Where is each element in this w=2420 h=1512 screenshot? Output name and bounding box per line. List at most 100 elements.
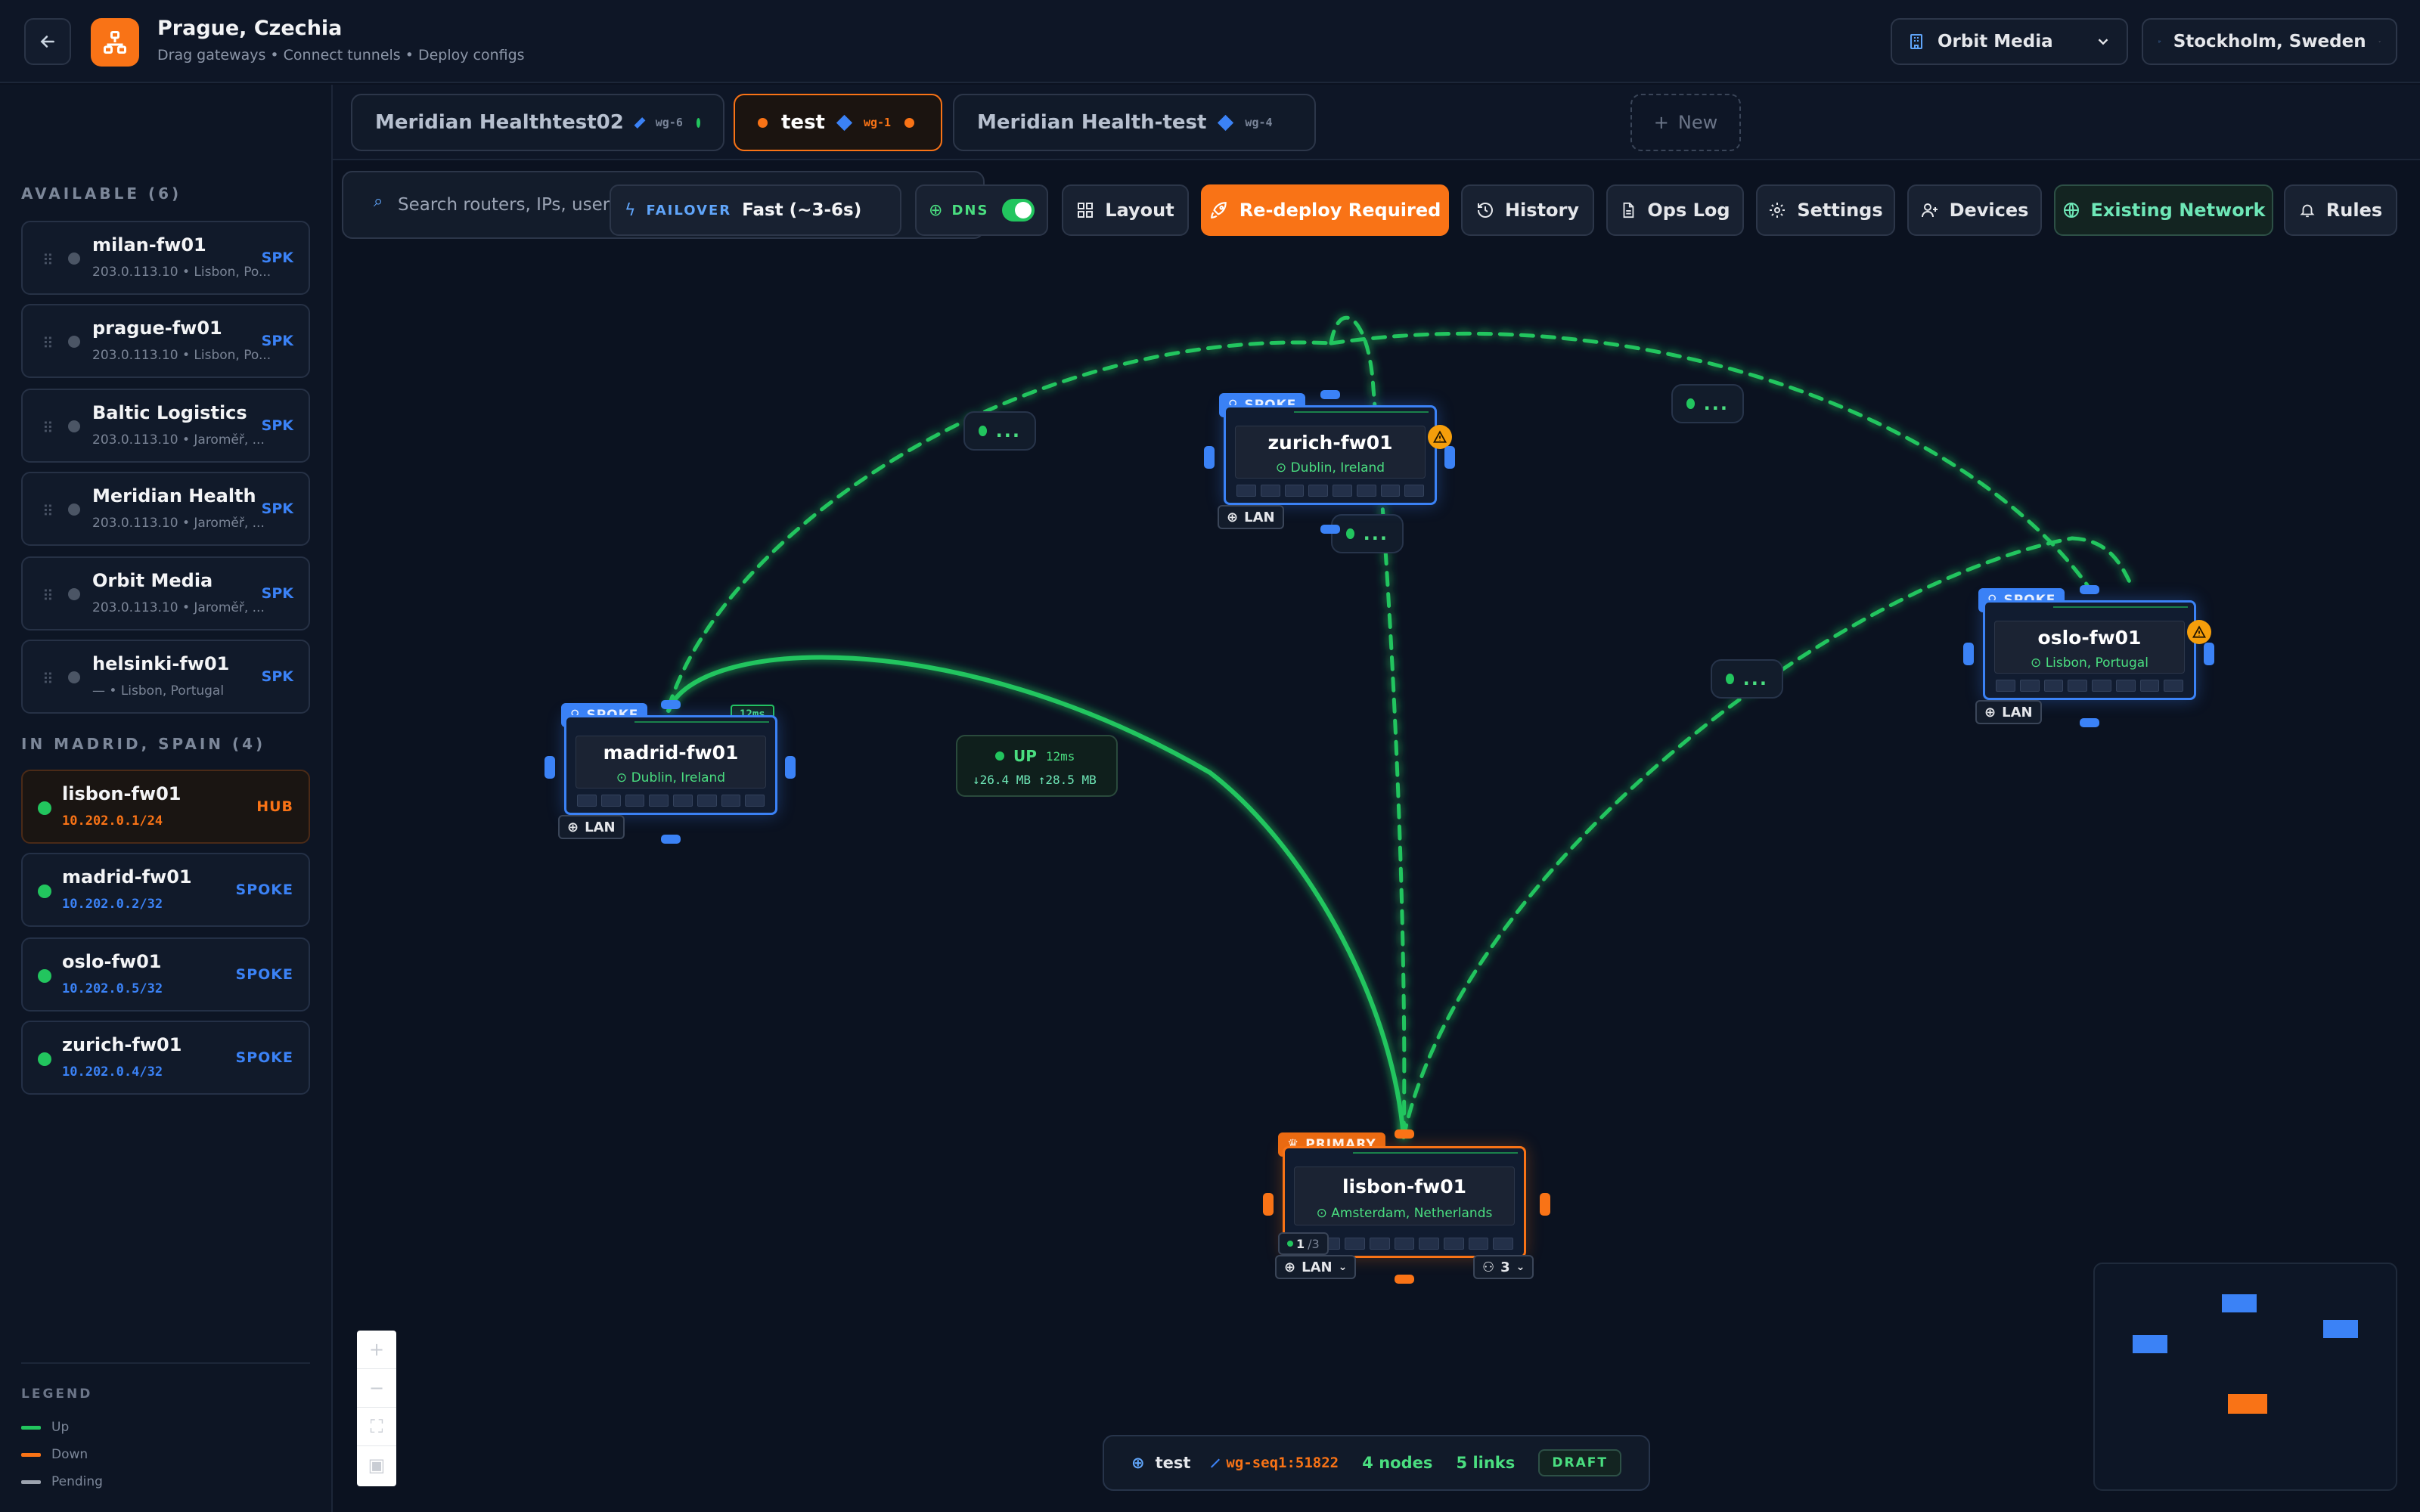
connection-handle[interactable]: [1204, 446, 1215, 469]
dns-switch[interactable]: [1002, 199, 1035, 222]
legend-item-pending: Pending: [21, 1468, 310, 1495]
grid-icon: [1078, 203, 1094, 218]
building-icon: [1910, 34, 1922, 49]
node-name: oslo-fw01: [2037, 627, 2142, 649]
connection-handle[interactable]: [785, 756, 796, 779]
search-input[interactable]: Search routers, IPs, users, lo: [398, 195, 644, 215]
settings-button[interactable]: Settings: [1756, 184, 1895, 236]
connection-handle[interactable]: [1320, 390, 1340, 399]
minimap-node: [2323, 1320, 2358, 1338]
lan-chip[interactable]: ⊕ LAN: [558, 815, 625, 839]
lan-chip[interactable]: ⊕ LAN: [1218, 505, 1284, 529]
zoom-in-button[interactable]: +: [357, 1331, 396, 1369]
globe-icon: ⊕: [1131, 1454, 1145, 1472]
warning-icon[interactable]: [2187, 620, 2211, 644]
lock-button[interactable]: ▣: [357, 1446, 396, 1485]
history-button[interactable]: History: [1461, 184, 1594, 236]
gateway-name: prague-fw01: [92, 318, 222, 339]
status-dot: [68, 671, 80, 683]
tunnel-up-stats[interactable]: UP 12ms ↓26.4 MB ↑28.5 MB: [956, 735, 1118, 797]
tunnel-status-pill[interactable]: ...: [1331, 514, 1404, 553]
topology-canvas[interactable]: ... ... ... ... UP 12ms ↓26.4 MB ↑28.5 MB…: [333, 162, 2420, 1512]
connection-handle[interactable]: [2080, 585, 2099, 594]
tunnel-status-pill[interactable]: ...: [1711, 659, 1783, 699]
available-gateway-card[interactable]: ⠿ Orbit Media 203.0.113.10 • Jaroměř, ..…: [21, 556, 310, 631]
dns-toggle[interactable]: ⊕ DNS: [915, 184, 1048, 236]
site-gateway-card[interactable]: lisbon-fw01 10.202.0.1/24 HUB: [21, 770, 310, 844]
tab-meridian-healthtest02[interactable]: Meridian Healthtest02 wg-6: [351, 94, 724, 151]
connection-handle[interactable]: [1263, 1193, 1274, 1216]
drag-handle-icon[interactable]: ⠿: [42, 251, 54, 269]
node-madrid-fw01[interactable]: madrid-fw01 ⊙ Dublin, Ireland: [564, 715, 777, 815]
available-gateway-card[interactable]: ⠿ prague-fw01 203.0.113.10 • Lisbon, Po.…: [21, 304, 310, 378]
users-dropdown[interactable]: ⚇ 3 ⌄: [1473, 1255, 1534, 1279]
site-gateway-card[interactable]: madrid-fw01 10.202.0.2/32 SPOKE: [21, 853, 310, 927]
tab-wg-id: wg-1: [863, 116, 892, 129]
arrow-left-icon: [40, 36, 54, 48]
fit-view-button[interactable]: ⛶: [357, 1408, 396, 1446]
connection-handle[interactable]: [1395, 1275, 1414, 1284]
status-draft-badge: DRAFT: [1538, 1449, 1621, 1476]
node-name: lisbon-fw01: [1342, 1176, 1467, 1198]
failover-label: FAILOVER: [646, 202, 732, 218]
legend: LEGEND Up Down Pending: [21, 1362, 310, 1495]
status-dot: [68, 336, 80, 348]
failover-value: Fast (~3-6s): [742, 200, 862, 220]
lan-label: LAN: [1244, 509, 1275, 525]
connection-handle[interactable]: [1320, 525, 1340, 534]
plus-icon: +: [1653, 112, 1669, 133]
connection-handle[interactable]: [661, 835, 681, 844]
failover-selector[interactable]: ϟ FAILOVER Fast (~3-6s): [610, 184, 901, 236]
connection-handle[interactable]: [661, 700, 681, 709]
connection-handle[interactable]: [1444, 446, 1455, 469]
org-selector[interactable]: Orbit Media: [1891, 18, 2128, 65]
gateway-name: Meridian Health: [92, 485, 256, 507]
drag-handle-icon[interactable]: ⠿: [42, 334, 54, 352]
site-gateway-card[interactable]: zurich-fw01 10.202.0.4/32 SPOKE: [21, 1021, 310, 1095]
tab-label: Meridian Healthtest02: [375, 111, 624, 134]
minimap[interactable]: [2093, 1263, 2397, 1491]
devices-button[interactable]: Devices: [1907, 184, 2042, 236]
layout-button[interactable]: Layout: [1062, 184, 1189, 236]
rules-button[interactable]: Rules: [2284, 184, 2397, 236]
connection-handle[interactable]: [1395, 1129, 1414, 1139]
lan-chip[interactable]: ⊕ LAN: [1975, 700, 2042, 724]
node-oslo-fw01[interactable]: oslo-fw01 ⊙ Lisbon, Portugal: [1983, 600, 2196, 700]
tunnel-status-pill[interactable]: ...: [1671, 384, 1744, 423]
gateway-role-tag: SPOKE: [235, 1049, 293, 1066]
gateway-detail: 203.0.113.10 • Jaroměř, ...: [92, 432, 265, 448]
connection-handle[interactable]: [2204, 643, 2214, 665]
new-tab-button[interactable]: + New: [1630, 94, 1741, 151]
drag-handle-icon[interactable]: ⠿: [42, 419, 54, 437]
drag-handle-icon[interactable]: ⠿: [42, 670, 54, 688]
available-gateway-card[interactable]: ⠿ helsinki-fw01 — • Lisbon, Portugal SPK: [21, 640, 310, 714]
connection-handle[interactable]: [1540, 1193, 1550, 1216]
available-gateway-card[interactable]: ⠿ milan-fw01 203.0.113.10 • Lisbon, Po..…: [21, 221, 310, 295]
gateway-role-tag: HUB: [256, 798, 293, 815]
tunnel-status-pill[interactable]: ...: [963, 411, 1036, 451]
location-selector[interactable]: Stockholm, Sweden: [2142, 18, 2397, 65]
drag-handle-icon[interactable]: ⠿: [42, 587, 54, 605]
tab-meridian-health-test[interactable]: Meridian Health-test wg-4: [953, 94, 1316, 151]
connection-handle[interactable]: [2080, 718, 2099, 727]
legend-label: Pending: [51, 1474, 103, 1489]
zoom-out-button[interactable]: −: [357, 1369, 396, 1408]
existing-network-label: Existing Network: [2090, 200, 2266, 221]
available-gateway-card[interactable]: ⠿ Meridian Health 203.0.113.10 • Jaroměř…: [21, 472, 310, 546]
node-location: ⊙ Lisbon, Portugal: [2031, 655, 2149, 671]
connection-handle[interactable]: [1963, 643, 1974, 665]
redeploy-button[interactable]: Re-deploy Required: [1201, 184, 1449, 236]
back-button[interactable]: [24, 18, 71, 65]
node-location: ⊙ Amsterdam, Netherlands: [1316, 1206, 1493, 1221]
node-zurich-fw01[interactable]: zurich-fw01 ⊙ Dublin, Ireland: [1224, 405, 1437, 505]
drag-handle-icon[interactable]: ⠿: [42, 502, 54, 520]
site-gateway-card[interactable]: oslo-fw01 10.202.0.5/32 SPOKE: [21, 937, 310, 1012]
ops-log-button[interactable]: Ops Log: [1606, 184, 1744, 236]
connection-handle[interactable]: [544, 756, 555, 779]
layout-label: Layout: [1105, 200, 1174, 221]
available-gateway-card[interactable]: ⠿ Baltic Logistics 203.0.113.10 • Jaromě…: [21, 389, 310, 463]
tab-test[interactable]: test wg-1: [734, 94, 942, 151]
lan-dropdown[interactable]: ⊕ LAN ⌄: [1275, 1255, 1357, 1279]
existing-network-button[interactable]: Existing Network: [2054, 184, 2273, 236]
node-location-text: Dublin, Ireland: [631, 770, 726, 785]
